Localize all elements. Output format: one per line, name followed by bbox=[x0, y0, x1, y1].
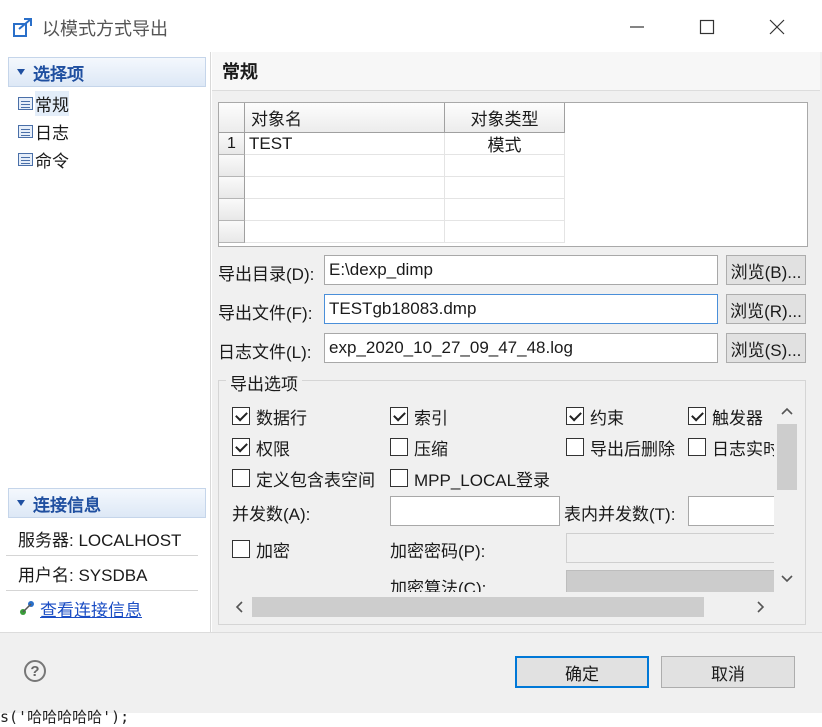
page-icon bbox=[18, 152, 33, 166]
close-button[interactable] bbox=[754, 10, 800, 44]
option-log-realtime[interactable]: 日志实时 bbox=[688, 435, 774, 459]
checkbox-icon[interactable] bbox=[232, 407, 250, 425]
close-icon bbox=[769, 19, 785, 35]
table-cell-type[interactable] bbox=[445, 221, 565, 243]
ok-button[interactable]: 确定 bbox=[515, 656, 649, 688]
table-cell-name[interactable] bbox=[245, 221, 445, 243]
checkbox-icon[interactable] bbox=[688, 407, 706, 425]
options-scroll-area: 数据行 索引 约束 触发器 权限 压缩 导出后删除 日志实时 定义包含表空间 M… bbox=[226, 392, 774, 592]
checkbox-icon[interactable] bbox=[232, 438, 250, 456]
option-compress[interactable]: 压缩 bbox=[390, 435, 448, 459]
export-dir-label: 导出目录(D): bbox=[218, 265, 315, 284]
export-dir-input[interactable]: E:\dexp_dimp bbox=[324, 255, 718, 285]
option-grants[interactable]: 权限 bbox=[232, 435, 290, 459]
collapse-arrow-icon bbox=[17, 500, 25, 506]
window-title: 以模式方式导出 bbox=[42, 19, 168, 39]
object-table: 对象名 对象类型 1 TEST 模式 bbox=[218, 102, 808, 247]
checkbox-icon[interactable] bbox=[688, 438, 706, 456]
checkbox-icon[interactable] bbox=[390, 469, 408, 487]
scroll-left-icon[interactable] bbox=[234, 601, 244, 613]
help-icon[interactable]: ? bbox=[24, 660, 46, 682]
table-cell-type[interactable] bbox=[445, 177, 565, 199]
minimize-button[interactable] bbox=[614, 10, 660, 44]
checkbox-icon[interactable] bbox=[566, 407, 584, 425]
title-bar: 以模式方式导出 bbox=[0, 0, 822, 52]
option-encrypt[interactable]: 加密 bbox=[232, 537, 290, 561]
export-icon bbox=[13, 18, 32, 37]
export-file-input[interactable]: TESTgb18083.dmp bbox=[324, 294, 718, 324]
scroll-right-icon[interactable] bbox=[756, 601, 766, 613]
encrypt-password-label: 加密密码(P): bbox=[390, 541, 486, 561]
tree-item-command[interactable]: 命令 bbox=[18, 145, 69, 173]
tree-item-general[interactable]: 常规 bbox=[18, 89, 69, 117]
collapse-arrow-icon bbox=[17, 69, 25, 75]
checkbox-icon[interactable] bbox=[232, 469, 250, 487]
vertical-scroll-thumb[interactable] bbox=[777, 424, 797, 490]
row-number[interactable] bbox=[219, 155, 245, 177]
horizontal-scroll-thumb[interactable] bbox=[252, 597, 704, 617]
table-cell-name[interactable] bbox=[245, 177, 445, 199]
row-number[interactable]: 1 bbox=[219, 133, 245, 155]
minimize-icon bbox=[630, 26, 644, 28]
maximize-button[interactable] bbox=[684, 10, 730, 44]
table-cell-name[interactable] bbox=[245, 155, 445, 177]
option-trigger[interactable]: 触发器 bbox=[688, 404, 763, 428]
table-cell-type[interactable]: 模式 bbox=[445, 133, 565, 155]
option-mpp-local[interactable]: MPP_LOCAL登录 bbox=[390, 466, 550, 490]
horizontal-scrollbar[interactable] bbox=[226, 594, 774, 620]
browse-file-button[interactable]: 浏览(R)... bbox=[726, 294, 806, 324]
scroll-down-icon[interactable] bbox=[781, 574, 793, 584]
cancel-button[interactable]: 取消 bbox=[661, 656, 795, 688]
scroll-up-icon[interactable] bbox=[781, 406, 793, 416]
vertical-scrollbar[interactable] bbox=[774, 396, 800, 592]
tree-item-log[interactable]: 日志 bbox=[18, 117, 69, 145]
table-corner bbox=[219, 103, 245, 133]
row-number[interactable] bbox=[219, 221, 245, 243]
background-editor-text: s('哈哈哈哈哈'); bbox=[0, 708, 130, 726]
row-number[interactable] bbox=[219, 177, 245, 199]
connection-section-header[interactable]: 连接信息 bbox=[8, 488, 206, 518]
left-panel: 选择项 常规 日志 命令 连接信息 服务器: LOCALHOST 用户名: SY… bbox=[0, 52, 211, 632]
options-section-header[interactable]: 选择项 bbox=[8, 57, 206, 87]
parallel-input[interactable] bbox=[390, 496, 560, 526]
log-file-input[interactable]: exp_2020_10_27_09_47_48.log bbox=[324, 333, 718, 363]
maximize-icon bbox=[699, 19, 715, 35]
checkbox-icon[interactable] bbox=[232, 540, 250, 558]
browse-log-button[interactable]: 浏览(S)... bbox=[726, 333, 806, 363]
browse-dir-button[interactable]: 浏览(B)... bbox=[726, 255, 806, 285]
column-header-object-type[interactable]: 对象类型 bbox=[445, 103, 565, 133]
view-connection-row: 查看连接信息 bbox=[6, 591, 198, 625]
column-header-object-name[interactable]: 对象名 bbox=[245, 103, 445, 133]
option-drop-after-export[interactable]: 导出后删除 bbox=[566, 435, 675, 459]
server-info: 服务器: LOCALHOST bbox=[6, 521, 198, 556]
table-parallel-input[interactable] bbox=[688, 496, 774, 526]
page-icon bbox=[18, 96, 33, 110]
parallel-label: 并发数(A): bbox=[232, 504, 311, 524]
export-file-label: 导出文件(F): bbox=[218, 304, 313, 323]
option-include-tablespace[interactable]: 定义包含表空间 bbox=[232, 466, 375, 490]
option-index[interactable]: 索引 bbox=[390, 404, 448, 428]
table-cell-type[interactable] bbox=[445, 199, 565, 221]
encrypt-password-input[interactable] bbox=[566, 533, 774, 563]
user-info: 用户名: SYSDBA bbox=[6, 556, 198, 591]
option-rows[interactable]: 数据行 bbox=[232, 404, 307, 428]
table-parallel-label: 表内并发数(T): bbox=[564, 504, 676, 524]
connection-info: 服务器: LOCALHOST 用户名: SYSDBA 查看连接信息 bbox=[0, 521, 210, 625]
checkbox-icon[interactable] bbox=[566, 438, 584, 456]
checkbox-icon[interactable] bbox=[390, 438, 408, 456]
table-cell-type[interactable] bbox=[445, 155, 565, 177]
section-title: 常规 bbox=[212, 52, 820, 91]
option-constraint[interactable]: 约束 bbox=[566, 404, 624, 428]
table-cell-name[interactable]: TEST bbox=[245, 133, 445, 155]
log-file-label: 日志文件(L): bbox=[218, 343, 312, 362]
table-cell-name[interactable] bbox=[245, 199, 445, 221]
encrypt-algorithm-select[interactable] bbox=[566, 570, 774, 592]
view-connection-link[interactable]: 查看连接信息 bbox=[40, 596, 142, 621]
encrypt-algorithm-label: 加密算法(C): bbox=[390, 578, 487, 593]
row-number[interactable] bbox=[219, 199, 245, 221]
connection-icon bbox=[20, 601, 34, 615]
options-tree: 常规 日志 命令 bbox=[18, 89, 69, 173]
checkbox-icon[interactable] bbox=[390, 407, 408, 425]
page-icon bbox=[18, 124, 33, 138]
